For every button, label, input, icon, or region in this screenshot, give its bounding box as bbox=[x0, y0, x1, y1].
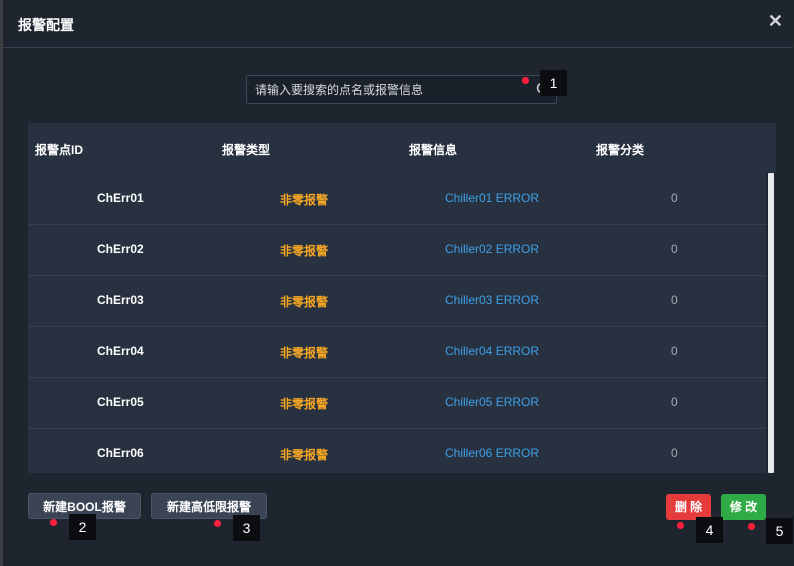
table-scrollbar[interactable] bbox=[766, 173, 776, 473]
cell-alarm-id: ChErr04 bbox=[97, 344, 144, 358]
cell-alarm-type: 非零报警 bbox=[280, 193, 329, 207]
scrollbar-thumb[interactable] bbox=[768, 173, 774, 473]
search-box bbox=[246, 75, 557, 104]
modify-button[interactable]: 修 改 bbox=[721, 494, 766, 520]
cell-alarm-message: Chiller06 ERROR bbox=[445, 446, 540, 460]
marker-label: 3 bbox=[233, 515, 260, 541]
header-alarm-id: 报警点ID bbox=[35, 143, 84, 157]
cell-alarm-category: 0 bbox=[671, 191, 678, 205]
cell-alarm-message: Chiller03 ERROR bbox=[445, 293, 540, 307]
table-header: 报警点ID 报警类型 报警信息 报警分类 bbox=[28, 123, 776, 173]
marker-dot bbox=[214, 520, 221, 527]
alarm-config-dialog: 报警配置 ✕ 报警点ID 报警类型 报警信息 报警分类 ChErr01 非零报警… bbox=[3, 0, 793, 566]
cell-alarm-message: Chiller02 ERROR bbox=[445, 242, 540, 256]
marker-label: 5 bbox=[766, 518, 793, 544]
marker-dot bbox=[522, 77, 529, 84]
cell-alarm-message: Chiller05 ERROR bbox=[445, 395, 540, 409]
dialog-title: 报警配置 bbox=[18, 17, 74, 33]
dialog-titlebar: 报警配置 ✕ bbox=[3, 0, 793, 48]
cell-alarm-type: 非零报警 bbox=[280, 448, 329, 462]
cell-alarm-category: 0 bbox=[671, 446, 678, 460]
cell-alarm-id: ChErr05 bbox=[97, 395, 144, 409]
close-icon[interactable]: ✕ bbox=[768, 12, 783, 30]
cell-alarm-id: ChErr02 bbox=[97, 242, 144, 256]
cell-alarm-category: 0 bbox=[671, 242, 678, 256]
cell-alarm-message: Chiller04 ERROR bbox=[445, 344, 540, 358]
table-row[interactable]: ChErr03 非零报警 Chiller03 ERROR 0 bbox=[28, 275, 766, 327]
alarm-table: 报警点ID 报警类型 报警信息 报警分类 ChErr01 非零报警 Chille… bbox=[28, 123, 776, 473]
search-input[interactable] bbox=[255, 76, 525, 103]
cell-alarm-id: ChErr03 bbox=[97, 293, 144, 307]
marker-label: 4 bbox=[696, 517, 723, 543]
marker-dot bbox=[748, 523, 755, 530]
cell-alarm-type: 非零报警 bbox=[280, 244, 329, 258]
header-alarm-category: 报警分类 bbox=[596, 143, 645, 157]
marker-dot bbox=[50, 519, 57, 526]
cell-alarm-type: 非零报警 bbox=[280, 295, 329, 309]
cell-alarm-message: Chiller01 ERROR bbox=[445, 191, 540, 205]
header-alarm-message: 报警信息 bbox=[409, 143, 458, 157]
cell-alarm-category: 0 bbox=[671, 293, 678, 307]
table-row[interactable]: ChErr01 非零报警 Chiller01 ERROR 0 bbox=[28, 173, 766, 225]
table-row[interactable]: ChErr05 非零报警 Chiller05 ERROR 0 bbox=[28, 377, 766, 429]
table-row[interactable]: ChErr06 非零报警 Chiller06 ERROR 0 bbox=[28, 428, 766, 473]
header-alarm-type: 报警类型 bbox=[222, 143, 271, 157]
table-row[interactable]: ChErr04 非零报警 Chiller04 ERROR 0 bbox=[28, 326, 766, 378]
cell-alarm-category: 0 bbox=[671, 344, 678, 358]
cell-alarm-id: ChErr01 bbox=[97, 191, 144, 205]
cell-alarm-id: ChErr06 bbox=[97, 446, 144, 460]
marker-dot bbox=[677, 522, 684, 529]
table-row[interactable]: ChErr02 非零报警 Chiller02 ERROR 0 bbox=[28, 224, 766, 276]
cell-alarm-type: 非零报警 bbox=[280, 397, 329, 411]
marker-label: 2 bbox=[69, 514, 96, 540]
marker-label: 1 bbox=[540, 70, 567, 96]
cell-alarm-type: 非零报警 bbox=[280, 346, 329, 360]
cell-alarm-category: 0 bbox=[671, 395, 678, 409]
